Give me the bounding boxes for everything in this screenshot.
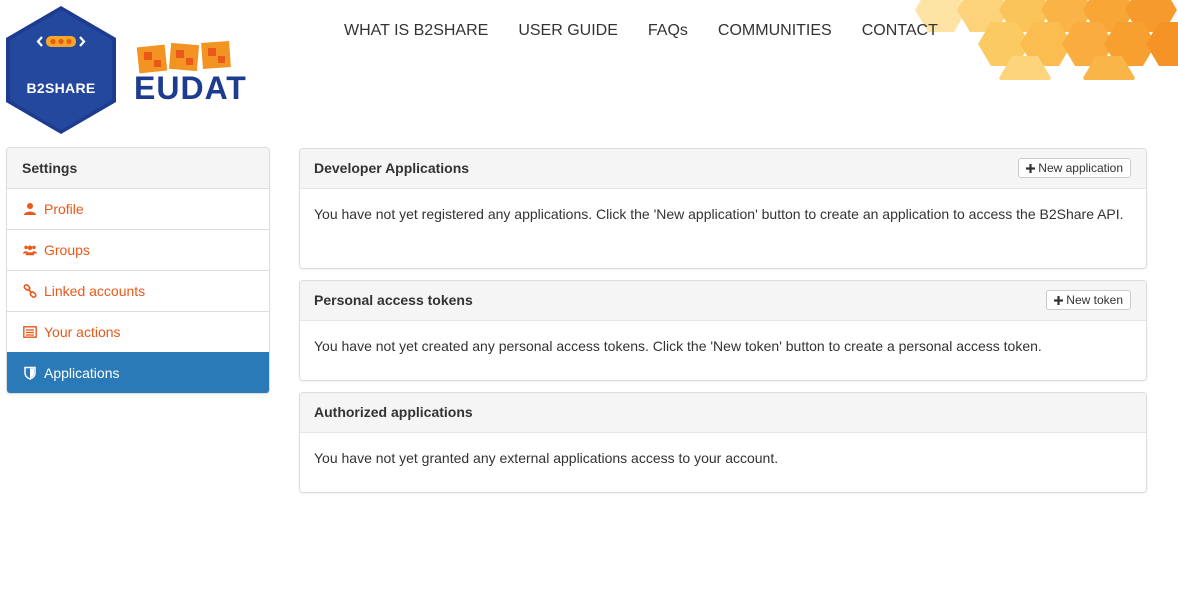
shield-icon (24, 366, 36, 380)
panel-body: You have not yet registered any applicat… (314, 206, 1124, 222)
panel-heading: Authorized applications (300, 393, 1146, 433)
nav-user-guide[interactable]: USER GUIDE (518, 22, 618, 40)
sidebar-item-your-actions[interactable]: Your actions (7, 311, 269, 352)
sidebar-item-applications[interactable]: Applications (7, 352, 269, 393)
nav-contact[interactable]: CONTACT (862, 22, 938, 40)
top-navigation: WHAT IS B2SHARE USER GUIDE FAQs COMMUNIT… (344, 22, 938, 40)
nav-communities[interactable]: COMMUNITIES (718, 22, 832, 40)
button-label: New token (1066, 293, 1123, 307)
sidebar-item-label: Linked accounts (44, 283, 146, 299)
panel-title: Personal access tokens (314, 292, 473, 308)
new-token-button[interactable]: New token (1046, 290, 1131, 310)
sidebar-item-linked-accounts[interactable]: Linked accounts (7, 270, 269, 311)
panel-title: Authorized applications (314, 404, 473, 420)
panel-body: You have not yet granted any external ap… (314, 450, 779, 466)
eudat-logo-mark[interactable] (136, 38, 236, 74)
users-icon (23, 245, 37, 256)
nav-faqs[interactable]: FAQs (648, 22, 688, 40)
plus-icon (1026, 163, 1036, 173)
b2share-logo-text: B2SHARE (26, 80, 96, 96)
panel-heading: Personal access tokens New token (300, 281, 1146, 321)
b2share-logo[interactable] (6, 6, 116, 134)
list-icon (23, 326, 37, 338)
eudat-logo-text: EUDAT (134, 70, 247, 106)
new-application-button[interactable]: New application (1018, 158, 1131, 178)
authorized-applications-panel: Authorized applications You have not yet… (299, 392, 1147, 493)
sidebar-item-label: Your actions (44, 324, 121, 340)
sidebar-item-label: Profile (44, 201, 84, 217)
nav-what-is-b2share[interactable]: WHAT IS B2SHARE (344, 22, 488, 40)
link-icon (23, 284, 37, 298)
sidebar-item-groups[interactable]: Groups (7, 229, 269, 270)
panel-heading: Developer Applications New application (300, 149, 1146, 189)
panel-title: Developer Applications (314, 160, 470, 176)
sidebar-title: Settings (7, 148, 269, 188)
settings-sidebar: Settings Profile Groups Linked accounts (6, 147, 270, 394)
panel-body: You have not yet created any personal ac… (314, 338, 1042, 354)
personal-access-tokens-panel: Personal access tokens New token You hav… (299, 280, 1147, 381)
button-label: New application (1038, 161, 1123, 175)
developer-applications-panel: Developer Applications New application Y… (299, 148, 1147, 269)
sidebar-item-profile[interactable]: Profile (7, 188, 269, 229)
sidebar-item-label: Applications (44, 365, 120, 381)
plus-icon (1054, 295, 1064, 305)
sidebar-item-label: Groups (44, 242, 90, 258)
site-header: B2SHARE EUDAT WHAT IS B2SHARE USER GUIDE… (0, 0, 1178, 140)
user-icon (24, 203, 36, 215)
honeycomb-decoration (915, 0, 1178, 80)
